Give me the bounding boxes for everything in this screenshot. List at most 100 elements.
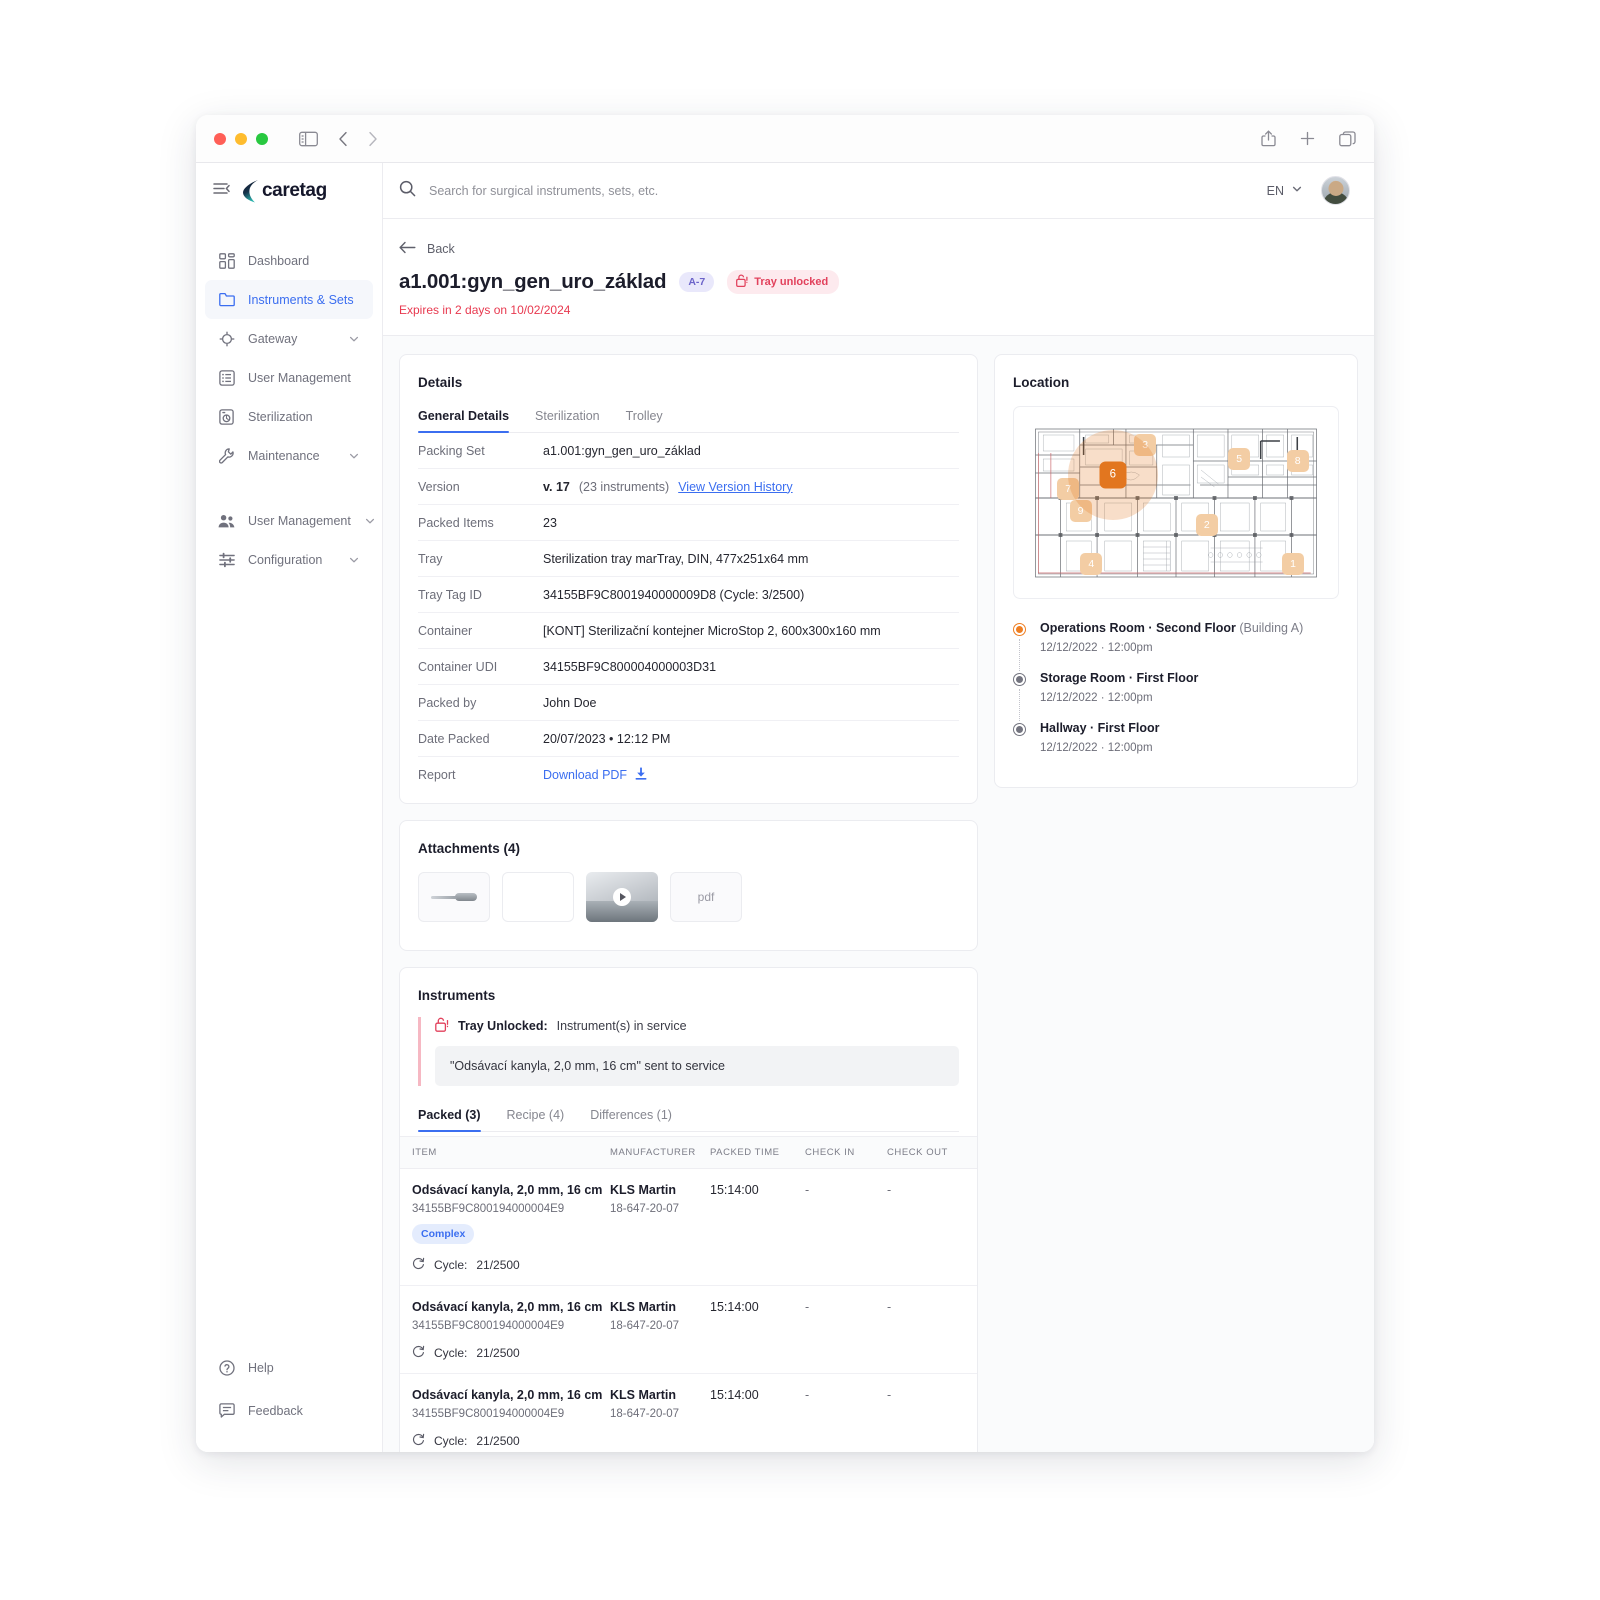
caretag-logo[interactable]: caretag	[243, 179, 327, 203]
tab-sterilization[interactable]: Sterilization	[535, 409, 600, 432]
traffic-lights	[214, 132, 268, 145]
detail-row: Tray Sterilization tray marTray, DIN, 47…	[418, 541, 959, 577]
instrument-name: Odsávací kanyla, 2,0 mm, 16 cm	[412, 1300, 603, 1314]
top-bar: EN	[383, 163, 1374, 219]
sidebar-item-instruments-and-sets[interactable]: Instruments & Sets	[205, 280, 373, 319]
map-pin-6[interactable]: 6	[1099, 461, 1127, 488]
sidebar-item-maintenance[interactable]: Maintenance	[205, 436, 373, 475]
minimize-window-button[interactable]	[235, 132, 247, 145]
cycle-row: Cycle: 21/2500	[412, 1257, 610, 1273]
tab-packed[interactable]: Packed (3)	[418, 1108, 481, 1132]
packed-time-cell: 15:14:00	[710, 1183, 759, 1197]
avatar[interactable]	[1321, 176, 1350, 205]
play-icon[interactable]	[613, 888, 631, 906]
sidebar-toggle-icon[interactable]	[299, 131, 318, 147]
chevron-down-icon[interactable]	[348, 450, 360, 462]
table-header: ITEM MANUFACTURER PACKED TIME CHECK IN C…	[400, 1136, 977, 1169]
map-pin-1[interactable]: 1	[1282, 552, 1305, 575]
map-pin-8[interactable]: 8	[1286, 449, 1309, 472]
map-pin-5[interactable]: 5	[1228, 447, 1251, 470]
tab-overview-icon[interactable]	[1339, 130, 1356, 147]
manufacturer-name: KLS Martin	[610, 1183, 676, 1197]
tab-recipe[interactable]: Recipe (4)	[507, 1108, 565, 1131]
close-window-button[interactable]	[214, 132, 226, 145]
share-icon[interactable]	[1261, 130, 1276, 147]
chevron-down-icon[interactable]	[364, 515, 376, 527]
table-row[interactable]: Odsávací kanyla, 2,0 mm, 16 cm 34155BF9C…	[400, 1374, 977, 1452]
instrument-name: Odsávací kanyla, 2,0 mm, 16 cm	[412, 1183, 603, 1197]
detail-row: Packed by John Doe	[418, 685, 959, 721]
sidebar-item-sterilization[interactable]: Sterilization	[205, 397, 373, 436]
back-label: Back	[427, 242, 455, 256]
search-bar[interactable]	[399, 180, 1267, 202]
forward-chevron-icon[interactable]	[368, 131, 378, 147]
manufacturer-part-number: 18-647-20-07	[610, 1203, 680, 1215]
scalpel-thumbnail[interactable]	[418, 872, 490, 922]
detail-value: [KONT] Sterilizační kontejner MicroStop …	[543, 623, 881, 638]
detail-label: Report	[418, 768, 456, 782]
instrument-udi: 34155BF9C800194000004E9	[412, 1203, 565, 1215]
manufacturer-cell: KLS Martin 18-647-20-07	[610, 1300, 710, 1361]
tab-differences[interactable]: Differences (1)	[590, 1108, 672, 1131]
details-table: Packing Set a1.001:gyn_gen_uro_základ Ve…	[418, 433, 959, 793]
instruments-title: Instruments	[418, 988, 496, 1003]
tab-general-details[interactable]: General Details	[418, 409, 510, 433]
floorplan-container[interactable]: 3 5 8 6 7 9 2 4 1	[1013, 406, 1339, 599]
sidebar-item-user-management[interactable]: User Management	[205, 501, 376, 540]
sidebar: caretag Dashboard Instruments & Sets Gat…	[196, 163, 383, 1452]
sidebar-item-configuration[interactable]: Configuration	[205, 540, 373, 579]
sidebar-item-label: User Management	[248, 513, 351, 528]
sidebar-item-user-management-top[interactable]: User Management	[205, 358, 373, 397]
sidebar-item-label: Feedback	[248, 1403, 303, 1418]
attachments-title: Attachments (4)	[418, 841, 521, 856]
search-input[interactable]	[429, 183, 849, 198]
sidebar-item-dashboard[interactable]: Dashboard	[205, 241, 373, 280]
manufacturer-part-number: 18-647-20-07	[610, 1408, 680, 1420]
blank-thumbnail[interactable]	[502, 872, 574, 922]
view-version-history-link[interactable]: View Version History	[678, 480, 792, 494]
detail-label: Container UDI	[418, 659, 498, 674]
table-row[interactable]: Odsávací kanyla, 2,0 mm, 16 cm 34155BF9C…	[400, 1169, 977, 1286]
instrument-cell: Odsávací kanyla, 2,0 mm, 16 cm 34155BF9C…	[412, 1183, 610, 1273]
check-out-cell: -	[887, 1183, 892, 1197]
video-thumbnail[interactable]	[586, 872, 658, 922]
chevron-down-icon[interactable]	[348, 333, 360, 345]
map-pin-2[interactable]: 2	[1195, 514, 1218, 537]
sidebar-item-gateway[interactable]: Gateway	[205, 319, 373, 358]
cycle-label: Cycle:	[434, 1258, 468, 1272]
help-circle-icon	[218, 1359, 235, 1376]
cycle-value: 21/2500	[476, 1434, 520, 1448]
check-in-cell: -	[805, 1183, 810, 1197]
collapse-sidebar-icon[interactable]	[213, 182, 230, 200]
detail-value: v. 17 (23 instruments) View Version Hist…	[543, 480, 793, 494]
table-row[interactable]: Odsávací kanyla, 2,0 mm, 16 cm 34155BF9C…	[400, 1286, 977, 1374]
back-button[interactable]: Back	[399, 241, 1350, 257]
left-column: Details General Details Sterilization Tr…	[399, 354, 978, 1452]
pdf-thumbnail[interactable]: pdf	[670, 872, 742, 922]
sidebar-item-help[interactable]: Help	[205, 1348, 373, 1387]
language-selector[interactable]: EN	[1267, 183, 1303, 198]
map-pin-4[interactable]: 4	[1080, 552, 1103, 575]
chevron-down-icon[interactable]	[348, 554, 360, 566]
instrument-udi: 34155BF9C800194000004E9	[412, 1408, 565, 1420]
detail-label: Version	[418, 479, 460, 494]
detail-row: Container [KONT] Sterilizační kontejner …	[418, 613, 959, 649]
column-header-check-out: CHECK OUT	[887, 1147, 948, 1158]
expiry-notice: Expires in 2 days on 10/02/2024	[399, 303, 571, 317]
timeline-location-main: Operations Room · Second Floor	[1040, 621, 1236, 635]
download-pdf-button[interactable]: Download PDF	[543, 767, 647, 783]
tab-trolley[interactable]: Trolley	[626, 409, 663, 432]
sidebar-item-label: Dashboard	[248, 253, 310, 268]
new-tab-icon[interactable]	[1300, 131, 1315, 146]
manufacturer-name: KLS Martin	[610, 1388, 676, 1402]
detail-label: Tray	[418, 551, 443, 566]
back-chevron-icon[interactable]	[338, 131, 348, 147]
sidebar-item-feedback[interactable]: Feedback	[205, 1391, 373, 1430]
column-header-packed-time: PACKED TIME	[710, 1147, 780, 1158]
gateway-icon	[218, 330, 235, 347]
wrench-icon	[218, 447, 235, 464]
instruments-table: ITEM MANUFACTURER PACKED TIME CHECK IN C…	[400, 1136, 977, 1452]
floorplan: 3 5 8 6 7 9 2 4 1	[1022, 415, 1330, 590]
maximize-window-button[interactable]	[256, 132, 268, 145]
packed-time-cell: 15:14:00	[710, 1300, 759, 1314]
